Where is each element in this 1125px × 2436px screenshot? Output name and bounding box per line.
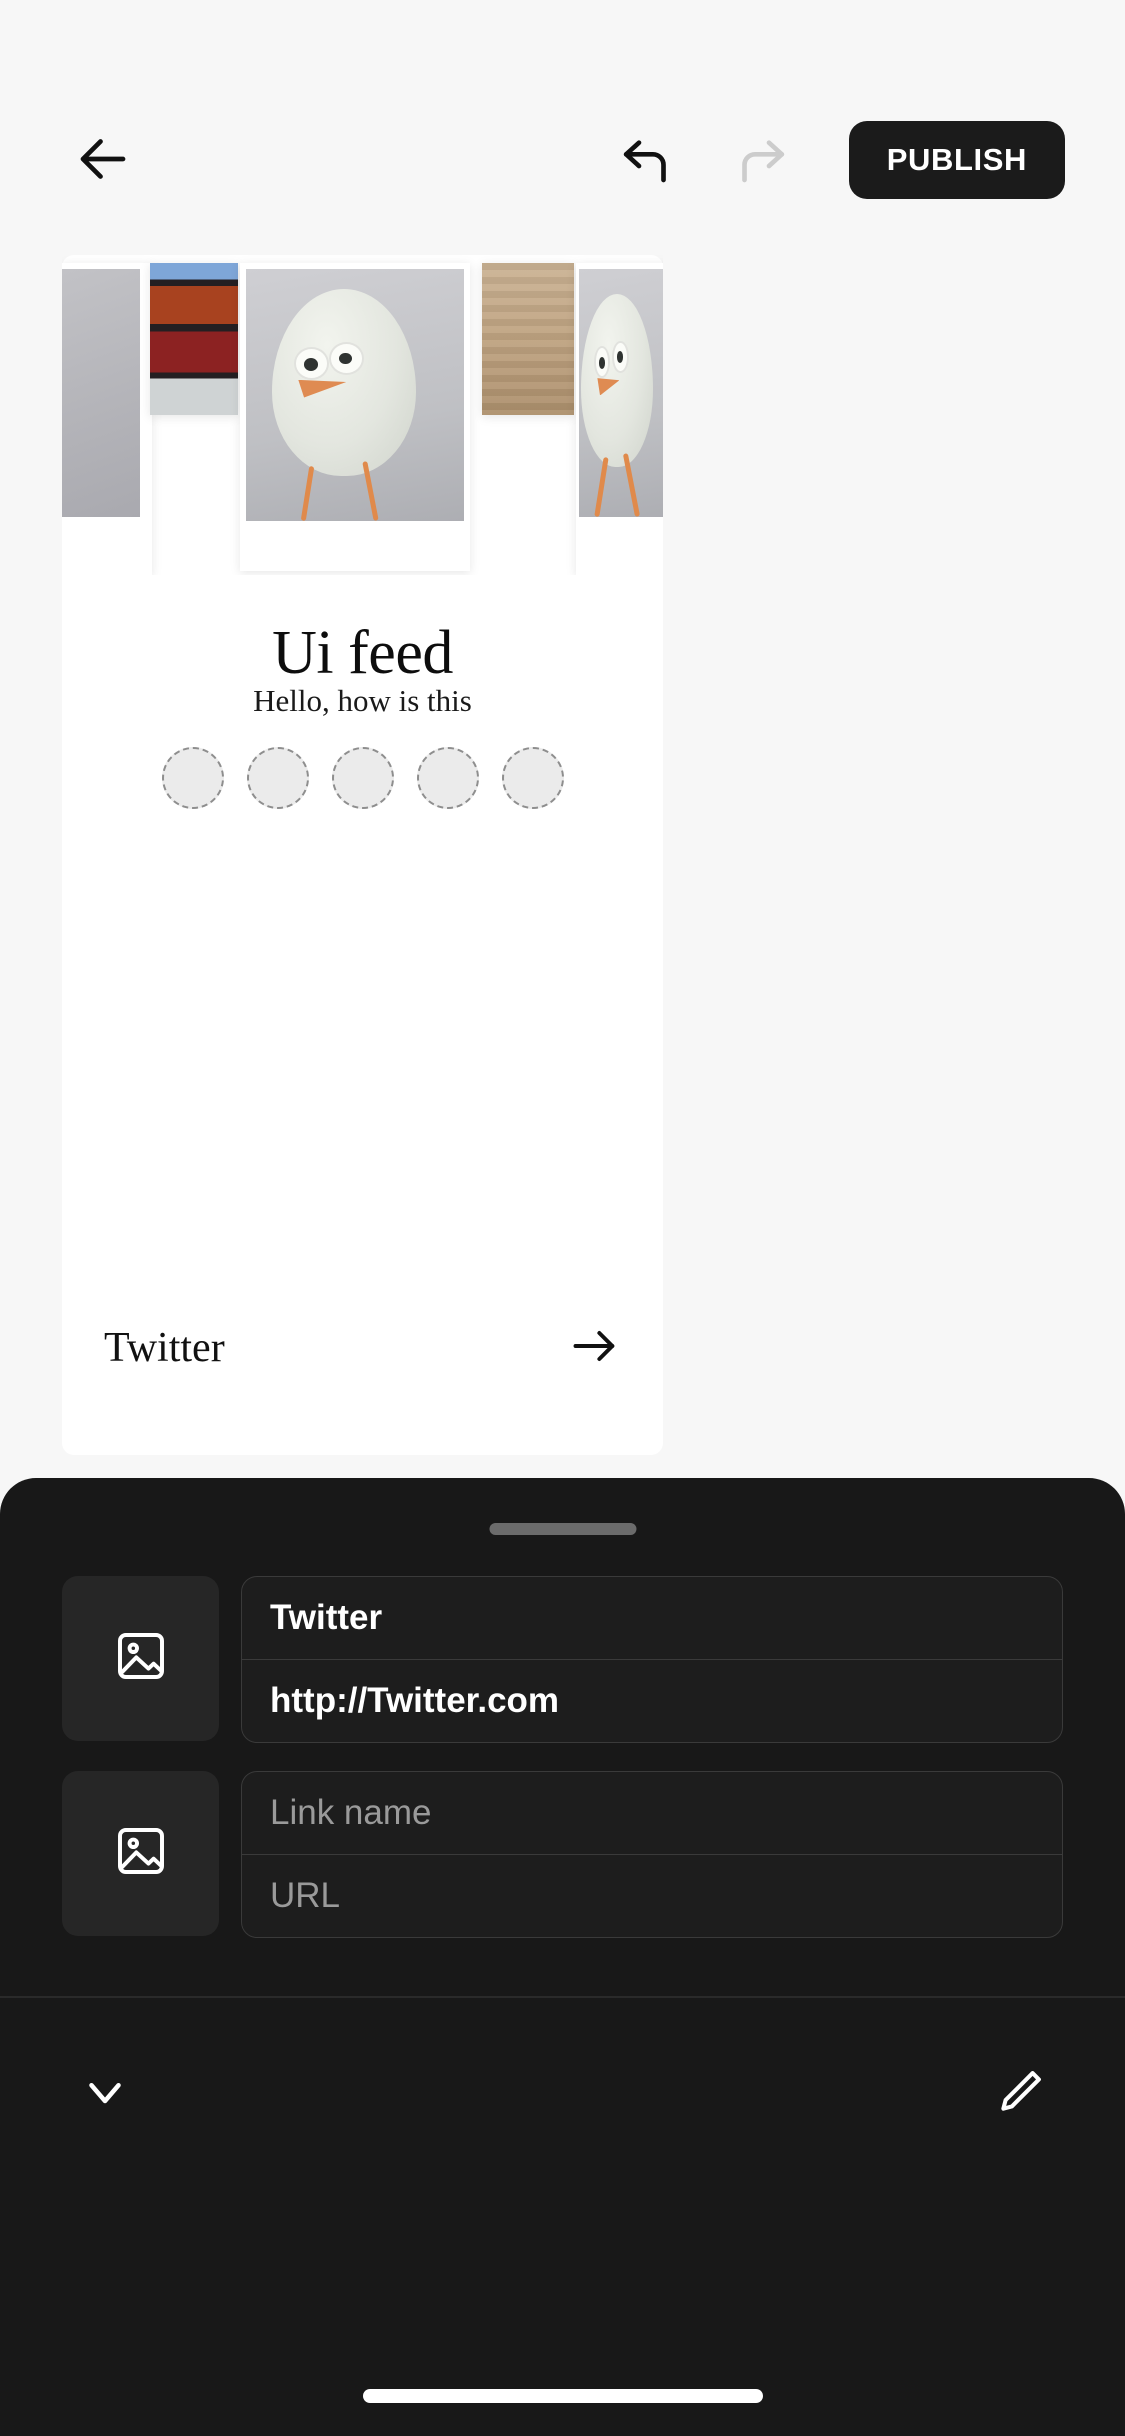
bird-pupil-left (598, 356, 606, 370)
home-indicator (362, 2389, 763, 2403)
card-link-row[interactable]: Twitter (62, 1283, 663, 1455)
image-placeholder-icon (113, 1628, 169, 1689)
polaroid-photo[interactable] (240, 263, 470, 571)
bird-leg-left (594, 457, 609, 517)
social-placeholder-circle[interactable] (416, 747, 479, 809)
photo-image (482, 263, 574, 415)
social-placeholder-circle[interactable] (501, 747, 564, 809)
undo-button[interactable] (603, 117, 689, 203)
polaroid-photo[interactable] (62, 263, 152, 575)
arrow-left-icon (73, 129, 133, 192)
undo-arrow-icon (618, 131, 674, 190)
social-placeholder-circle[interactable] (246, 747, 309, 809)
toolbar-right-group: PUBLISH (603, 117, 1065, 203)
bird-pupil-left (304, 358, 319, 371)
photo-image (150, 263, 238, 415)
collapse-sheet-button[interactable] (62, 2050, 148, 2136)
card-link-label: Twitter (104, 1325, 225, 1371)
edit-button[interactable] (977, 2050, 1063, 2136)
preview-canvas: Ui feed Hello, how is this Twitter (0, 255, 1125, 1455)
back-button[interactable] (60, 117, 146, 203)
chevron-down-icon (78, 2065, 132, 2122)
link-url-input[interactable]: http://Twitter.com (242, 1660, 1062, 1742)
photo-image (246, 269, 464, 521)
photo-image (62, 269, 140, 517)
redo-arrow-icon (734, 131, 790, 190)
social-icon-placeholders (62, 747, 663, 809)
bird-eye-right (328, 342, 364, 375)
sheet-action-bar (0, 1996, 1125, 2436)
link-rows-container: Twitter http://Twitter.com Link name URL (0, 1576, 1125, 1966)
bird-eye-left (293, 347, 329, 380)
link-thumbnail-button[interactable] (62, 1771, 219, 1936)
bird-pupil-right (338, 352, 352, 365)
bird-eye-right (612, 340, 629, 374)
arrow-right-icon[interactable] (569, 1320, 621, 1377)
polaroid-photo[interactable] (482, 263, 574, 415)
link-fields-group: Twitter http://Twitter.com (241, 1576, 1063, 1743)
link-editor-bottom-sheet: Twitter http://Twitter.com Link name URL (0, 1478, 1125, 2436)
social-placeholder-circle[interactable] (331, 747, 394, 809)
bird-leg-left (300, 465, 315, 521)
link-row: Twitter http://Twitter.com (0, 1576, 1125, 1743)
page-subtitle: Hello, how is this (253, 683, 472, 718)
top-toolbar: PUBLISH (0, 0, 1125, 255)
polaroid-photo[interactable] (576, 263, 663, 575)
bird-pupil-right (616, 351, 624, 363)
image-placeholder-icon (113, 1823, 169, 1884)
link-name-input[interactable]: Link name (242, 1772, 1062, 1854)
bird-leg-right (622, 452, 640, 517)
link-url-input[interactable]: URL (242, 1855, 1062, 1937)
link-row: Link name URL (0, 1771, 1125, 1938)
link-fields-group: Link name URL (241, 1771, 1063, 1938)
social-placeholder-circle[interactable] (161, 747, 224, 809)
page-title: Ui feed (272, 619, 453, 687)
link-name-input[interactable]: Twitter (242, 1577, 1062, 1659)
redo-button[interactable] (719, 117, 805, 203)
drag-handle[interactable] (489, 1523, 636, 1535)
photo-image (579, 269, 663, 517)
publish-button[interactable]: PUBLISH (848, 121, 1065, 199)
polaroid-photo[interactable] (150, 263, 238, 415)
pencil-icon (993, 2065, 1047, 2122)
toolbar-left-group (60, 117, 146, 203)
polaroid-photo-strip[interactable] (62, 255, 663, 575)
link-thumbnail-button[interactable] (62, 1576, 219, 1741)
